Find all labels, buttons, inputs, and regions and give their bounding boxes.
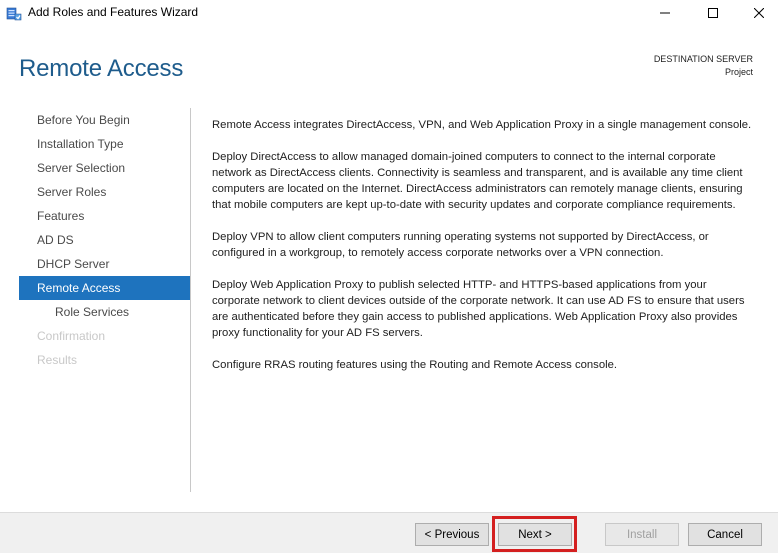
server-manager-icon (6, 5, 22, 21)
destination-server-value: Project (724, 67, 753, 77)
cancel-button[interactable]: Cancel (688, 523, 762, 546)
close-button[interactable] (736, 0, 778, 26)
rras-paragraph: Configure RRAS routing features using th… (212, 359, 618, 371)
nav-item-role-services[interactable]: Role Services (19, 300, 190, 324)
nav-item-dhcp-server[interactable]: DHCP Server (19, 252, 190, 276)
nav-item-results: Results (37, 353, 78, 367)
nav-item-server-roles[interactable]: Server Roles (19, 180, 190, 204)
nav-item-installation-type[interactable]: Installation Type (19, 132, 190, 156)
wizard-nav: Before You Begin Installation Type Serve… (19, 108, 190, 372)
description-content: Remote Access integrates DirectAccess, V… (212, 117, 757, 389)
install-button: Install (605, 523, 679, 546)
directaccess-paragraph: Deploy DirectAccess to allow managed dom… (212, 151, 743, 211)
nav-item-ad-ds[interactable]: AD DS (19, 228, 190, 252)
next-button-highlight (492, 516, 577, 552)
destination-server-label: DESTINATION SERVER (653, 54, 753, 64)
maximize-icon (708, 8, 718, 18)
close-icon (754, 8, 764, 18)
nav-divider (190, 108, 191, 492)
vpn-paragraph: Deploy VPN to allow client computers run… (212, 231, 709, 259)
intro-paragraph: Remote Access integrates DirectAccess, V… (212, 119, 752, 131)
nav-item-confirmation: Confirmation (37, 329, 106, 343)
page-title: Remote Access (19, 55, 184, 82)
nav-item-features[interactable]: Features (19, 204, 190, 228)
window-title: Add Roles and Features Wizard (28, 5, 199, 19)
minimize-icon (660, 12, 670, 14)
nav-item-server-selection[interactable]: Server Selection (19, 156, 190, 180)
title-bar: Add Roles and Features Wizard (0, 0, 778, 26)
nav-item-before-you-begin[interactable]: Before You Begin (19, 108, 190, 132)
nav-item-remote-access[interactable]: Remote Access (19, 276, 190, 300)
web-app-proxy-paragraph: Deploy Web Application Proxy to publish … (212, 279, 745, 339)
maximize-button[interactable] (690, 0, 736, 26)
previous-button[interactable]: < Previous (415, 523, 489, 546)
minimize-button[interactable] (642, 0, 688, 26)
wizard-window: Add Roles and Features Wizard Remote Acc… (0, 0, 778, 553)
